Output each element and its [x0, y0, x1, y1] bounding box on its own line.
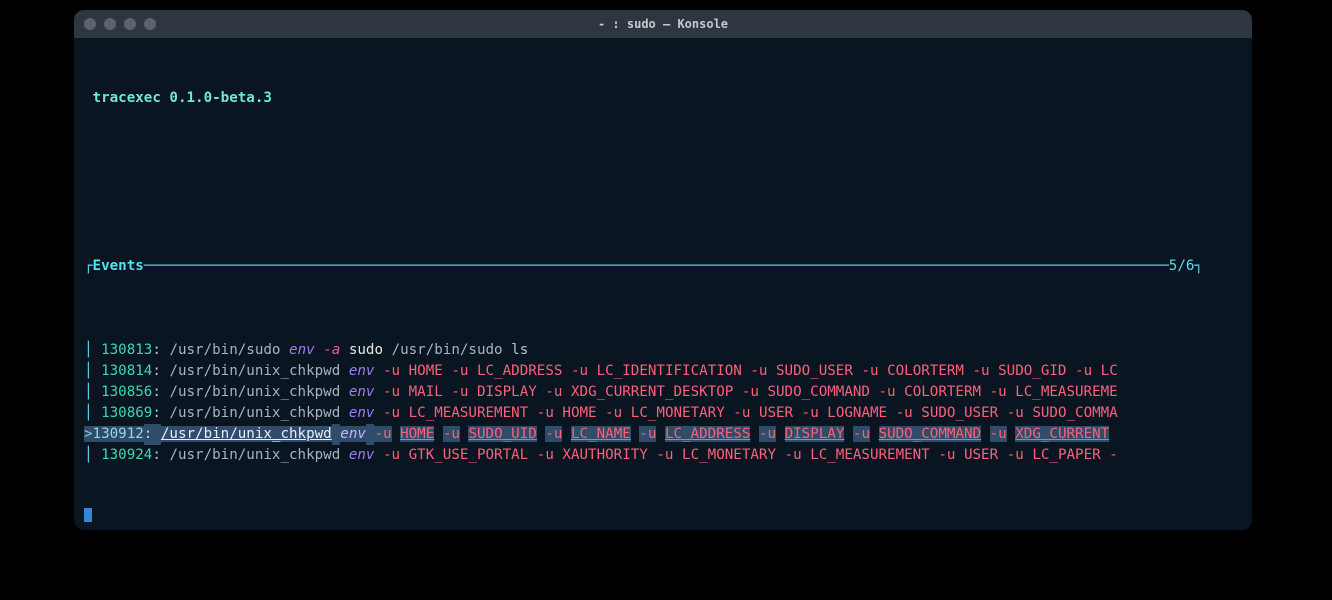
maximize-icon[interactable] [124, 18, 136, 30]
prompt-caret-icon [84, 508, 92, 522]
window-controls [84, 18, 156, 30]
events-counter: 5/6 [1169, 258, 1195, 274]
events-rows: │ 130813: /usr/bin/sudo env -a sudo /usr… [84, 340, 1242, 466]
event-row[interactable]: │ 130924: /usr/bin/unix_chkpwd env -u GT… [84, 445, 1242, 466]
events-panel-top-border: ┌Events─────────────────────────────────… [84, 256, 1242, 277]
event-row[interactable]: │ 130813: /usr/bin/sudo env -a sudo /usr… [84, 340, 1242, 361]
app-name-line: tracexec 0.1.0-beta.3 [84, 88, 1242, 109]
event-row[interactable]: │ 130814: /usr/bin/unix_chkpwd env -u HO… [84, 361, 1242, 382]
terminal-viewport[interactable]: tracexec 0.1.0-beta.3 ┌Events───────────… [74, 38, 1252, 530]
window-title: - : sudo — Konsole [74, 17, 1252, 31]
spacer [84, 151, 1242, 172]
events-panel-title: Events [93, 258, 144, 274]
close-icon[interactable] [84, 18, 96, 30]
event-row[interactable]: │ 130869: /usr/bin/unix_chkpwd env -u LC… [84, 403, 1242, 424]
extra-dot-icon [144, 18, 156, 30]
event-row-selected[interactable]: >130912: /usr/bin/unix_chkpwd env -u HOM… [84, 424, 1242, 445]
event-row[interactable]: │ 130856: /usr/bin/unix_chkpwd env -u MA… [84, 382, 1242, 403]
titlebar[interactable]: - : sudo — Konsole [74, 10, 1252, 38]
konsole-window: - : sudo — Konsole tracexec 0.1.0-beta.3… [74, 10, 1252, 530]
minimize-icon[interactable] [104, 18, 116, 30]
